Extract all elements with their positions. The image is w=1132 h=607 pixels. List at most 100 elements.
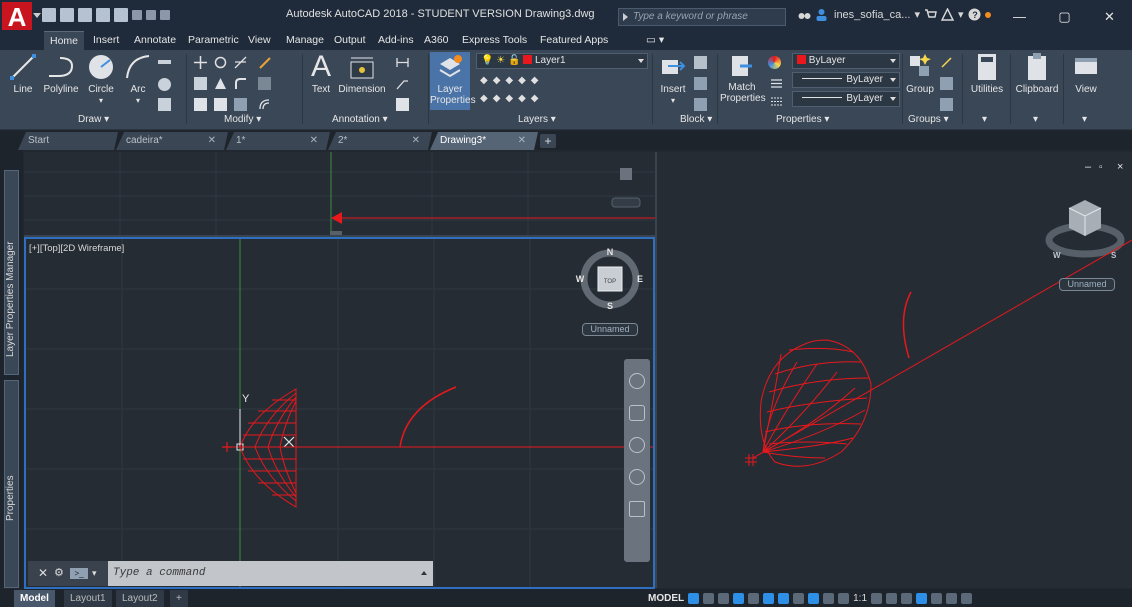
new-layout-button[interactable]: + (170, 590, 188, 607)
lineweight-dropdown[interactable]: ByLayer (792, 91, 900, 107)
layout-tab-model[interactable]: Model (14, 590, 55, 607)
polar-icon[interactable] (733, 593, 745, 604)
block-panel-label[interactable]: Block ▾ (680, 112, 712, 128)
command-history-icon[interactable] (421, 571, 427, 575)
object-snap-tracking-icon[interactable] (763, 593, 775, 604)
fillet-icon[interactable] (234, 77, 247, 90)
user-name[interactable]: ines_sofia_ca... (834, 9, 910, 21)
object-snap-icon[interactable] (778, 593, 790, 604)
color-dropdown-arrow-icon[interactable] (890, 59, 896, 63)
isolate-objects-icon[interactable] (916, 593, 928, 604)
close-button[interactable]: ✕ (1087, 0, 1132, 34)
isodraft-icon[interactable] (748, 593, 760, 604)
pan-icon[interactable] (629, 405, 645, 421)
leader-icon[interactable] (396, 77, 409, 90)
linetype-dropdown[interactable]: ByLayer (792, 72, 900, 88)
tab-view[interactable]: View (242, 31, 277, 50)
user-icon[interactable] (815, 8, 828, 21)
tab-parametric[interactable]: Parametric (182, 31, 245, 50)
undo-icon[interactable] (132, 10, 142, 20)
tab-annotate[interactable]: Annotate (128, 31, 182, 50)
model-space-toggle[interactable]: MODEL (648, 593, 684, 604)
qat-dropdown-icon[interactable] (160, 10, 170, 20)
linear-dim-icon[interactable] (396, 56, 409, 69)
redo-icon[interactable] (146, 10, 156, 20)
lineweight-toggle-icon[interactable] (793, 593, 805, 604)
arc-button[interactable]: Arc ▾ (122, 52, 154, 106)
file-tab-1[interactable]: 1* ✕ (226, 132, 330, 150)
annotation-scale[interactable]: 1:1 (853, 593, 867, 604)
arc-dropdown-icon[interactable]: ▾ (122, 95, 154, 106)
user-dropdown-icon[interactable]: ▾ (914, 8, 920, 21)
polyline-button[interactable]: Polyline (40, 52, 82, 95)
application-menu-button[interactable]: A (2, 2, 32, 32)
compass-west[interactable]: W (576, 274, 585, 284)
print-icon[interactable] (114, 8, 128, 22)
selection-cycling-icon[interactable] (823, 593, 835, 604)
close-tab-icon[interactable]: ✕ (310, 132, 318, 150)
layer-properties-button[interactable]: Layer Properties (430, 52, 476, 110)
showmotion-icon[interactable] (629, 501, 645, 517)
save-icon[interactable] (78, 8, 92, 22)
layer-color-swatch[interactable] (523, 55, 533, 64)
fullscreen-icon[interactable] (946, 593, 958, 604)
circle-dropdown-icon[interactable]: ▾ (84, 95, 118, 106)
plus-icon[interactable] (886, 593, 898, 604)
maximize-button[interactable]: ▢ (1042, 0, 1087, 34)
viewport-right-3d[interactable]: – ▫ × W S Unnamed (657, 152, 1132, 588)
ucs-menu-right[interactable]: Unnamed (1059, 278, 1115, 291)
compass-north[interactable]: N (607, 247, 614, 257)
view-dropdown-icon[interactable]: ▾ (1082, 112, 1087, 128)
erase-icon[interactable] (258, 56, 271, 69)
linetype-icon[interactable] (770, 77, 783, 90)
layer-tools-row-1[interactable]: ◆◆◆◆◆ (480, 75, 580, 87)
array-icon[interactable] (234, 98, 247, 111)
quick-properties-icon[interactable] (901, 593, 913, 604)
grid-icon[interactable] (688, 593, 700, 604)
groups-panel-label[interactable]: Groups ▾ (908, 112, 949, 128)
close-tab-icon[interactable]: ✕ (208, 132, 216, 150)
line-button[interactable]: Line (6, 52, 40, 95)
boundary-icon[interactable] (158, 98, 171, 111)
orbit-icon[interactable] (629, 469, 645, 485)
properties-panel-label[interactable]: Properties ▾ (776, 112, 829, 128)
view-button[interactable]: View (1066, 52, 1106, 95)
edit-block-icon[interactable] (694, 77, 707, 90)
layer-dropdown-arrow-icon[interactable] (638, 59, 644, 63)
layer-freeze-icon[interactable]: ☀ (496, 55, 505, 66)
zoom-extents-icon[interactable] (629, 437, 645, 453)
help-icon[interactable]: ? (968, 8, 981, 21)
compass-top-label[interactable]: TOP (604, 279, 616, 285)
close-tab-icon[interactable]: ✕ (412, 132, 420, 150)
move-icon[interactable] (194, 56, 207, 69)
viewport-restore-icon[interactable]: ▫ (1099, 162, 1103, 173)
a360-dropdown-icon[interactable]: ▾ (958, 8, 964, 21)
hardware-acceleration-icon[interactable] (931, 593, 943, 604)
viewport-minimize-icon[interactable]: – (1085, 161, 1092, 173)
group-button[interactable]: Group (905, 52, 935, 95)
notification-dot-icon[interactable] (984, 11, 991, 18)
layer-properties-manager-palette[interactable]: Layer Properties Manager (4, 170, 19, 375)
viewport-top[interactable] (24, 152, 655, 235)
recent-commands-icon[interactable]: >_ (70, 568, 88, 579)
tab-a360[interactable]: A360 (418, 31, 455, 50)
a360-icon[interactable] (940, 8, 954, 21)
snap-icon[interactable] (703, 593, 715, 604)
expand-arrow-icon[interactable] (623, 13, 628, 21)
edit-attributes-icon[interactable] (694, 98, 707, 111)
copy-icon[interactable] (194, 77, 207, 90)
settings-gear-icon[interactable] (871, 593, 883, 604)
lineweight-dropdown-arrow-icon[interactable] (890, 97, 896, 101)
rectangle-icon[interactable] (158, 60, 171, 64)
recent-dropdown-icon[interactable]: ▾ (92, 561, 97, 586)
tab-express-tools[interactable]: Express Tools (456, 31, 533, 50)
clipboard-button[interactable]: Clipboard (1012, 52, 1062, 95)
tab-add-ins[interactable]: Add-ins (372, 31, 420, 50)
compass-east[interactable]: E (637, 274, 643, 284)
viewport-controls-label[interactable]: [+][Top][2D Wireframe] (29, 243, 124, 254)
command-input[interactable]: Type a command (113, 561, 205, 586)
customize-icon[interactable]: ⚙ (54, 561, 64, 586)
viewcube-south[interactable]: S (1111, 251, 1117, 260)
mirror-icon[interactable] (214, 77, 227, 90)
stretch-icon[interactable] (194, 98, 207, 111)
